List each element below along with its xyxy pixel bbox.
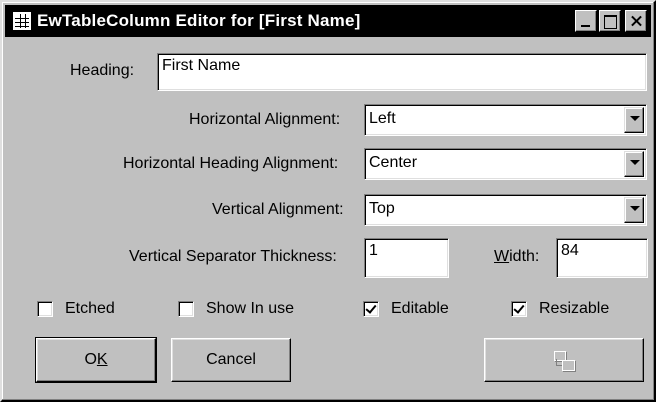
ok-button-label: OK <box>84 351 108 368</box>
editable-checkbox-box[interactable] <box>363 301 379 317</box>
width-input[interactable]: 84 <box>556 238 648 278</box>
cancel-button-label: Cancel <box>206 351 256 368</box>
chevron-down-icon[interactable] <box>624 197 644 223</box>
width-label: Width: <box>494 248 540 265</box>
vertical-alignment-select[interactable]: Top <box>364 194 647 226</box>
resizable-checkbox[interactable]: Resizable <box>511 300 609 318</box>
window-title: EwTableColumn Editor for [First Name] <box>37 11 361 30</box>
horizontal-alignment-label: Horizontal Alignment: <box>189 111 341 128</box>
editable-checkbox[interactable]: Editable <box>363 300 449 318</box>
vertical-separator-thickness-label: Vertical Separator Thickness: <box>129 248 337 265</box>
cancel-button[interactable]: Cancel <box>171 338 291 382</box>
resizable-checkbox-box[interactable] <box>511 301 527 317</box>
minimize-button[interactable] <box>575 10 597 32</box>
horizontal-alignment-value: Left <box>369 110 396 127</box>
vertical-alignment-label: Vertical Alignment: <box>212 201 344 218</box>
etched-label: Etched <box>65 300 115 317</box>
show-in-use-checkbox[interactable]: Show In use <box>178 300 294 318</box>
vertical-separator-thickness-value: 1 <box>369 242 378 259</box>
heading-label: Heading: <box>70 62 135 79</box>
width-value: 84 <box>561 242 579 259</box>
close-button[interactable] <box>625 10 647 32</box>
vertical-alignment-value: Top <box>369 200 395 217</box>
chevron-down-icon[interactable] <box>624 107 644 133</box>
horizontal-heading-alignment-value: Center <box>369 154 418 171</box>
heading-input-value: First Name <box>162 57 241 74</box>
etched-checkbox[interactable]: Etched <box>37 300 115 318</box>
horizontal-heading-alignment-select[interactable]: Center <box>364 148 647 180</box>
horizontal-alignment-select[interactable]: Left <box>364 104 647 136</box>
table-icon[interactable] <box>12 11 32 31</box>
show-in-use-checkbox-box[interactable] <box>178 301 194 317</box>
show-in-use-label: Show In use <box>206 300 295 317</box>
heading-input[interactable]: First Name <box>157 53 647 91</box>
editable-label: Editable <box>391 300 449 317</box>
dialog-window: EwTableColumn Editor for [First Name] He… <box>0 0 656 402</box>
horizontal-heading-alignment-label: Horizontal Heading Alignment: <box>123 155 339 172</box>
chevron-down-icon[interactable] <box>624 151 644 177</box>
maximize-button[interactable] <box>599 10 621 32</box>
title-bar[interactable]: EwTableColumn Editor for [First Name] <box>5 5 651 37</box>
resizable-label: Resizable <box>539 300 610 317</box>
vertical-separator-thickness-input[interactable]: 1 <box>364 238 449 278</box>
window-controls <box>575 10 647 32</box>
etched-checkbox-box[interactable] <box>37 301 53 317</box>
swap-columns-icon <box>552 348 576 372</box>
advanced-options-button[interactable] <box>484 338 644 382</box>
ok-button[interactable]: OK <box>35 337 157 383</box>
